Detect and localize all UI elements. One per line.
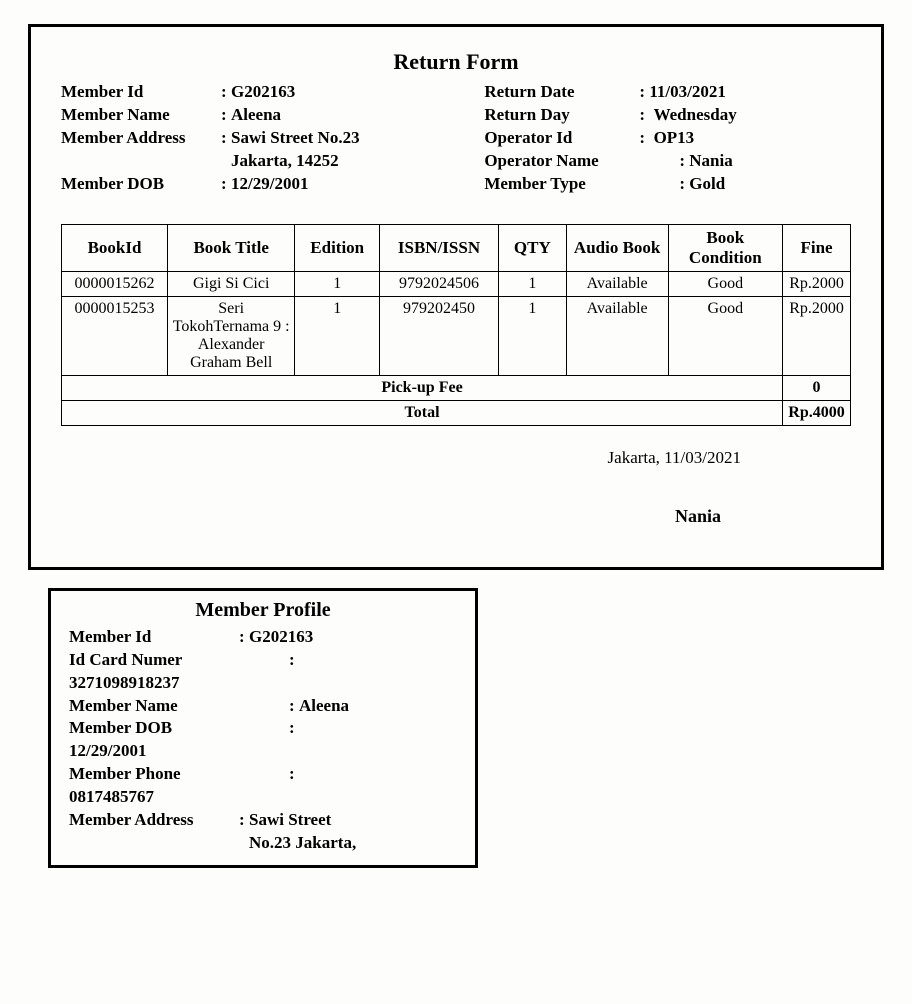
header-edition: Edition	[295, 224, 380, 271]
signature-location-date: Jakarta, 11/03/2021	[61, 448, 741, 468]
signature-name: Nania	[61, 506, 741, 527]
colon: :	[679, 174, 689, 193]
profile-id-card-value: 3271098918237	[69, 672, 457, 695]
books-table: BookId Book Title Edition ISBN/ISSN QTY …	[61, 224, 851, 426]
profile-member-dob-value: 12/29/2001	[69, 740, 457, 763]
cell-isbn: 9792024506	[380, 271, 499, 296]
profile-member-name-label: Member Name	[69, 695, 289, 718]
member-address-line1: Sawi Street No.23	[231, 127, 464, 150]
header-bookid: BookId	[62, 224, 168, 271]
right-info-column: Return Date : 11/03/2021 Return Day : We…	[484, 81, 851, 196]
colon: :	[639, 81, 649, 104]
cell-audio: Available	[566, 271, 668, 296]
member-id-value: G202163	[231, 81, 464, 104]
cell-qty: 1	[498, 271, 566, 296]
profile-member-address-label: Member Address	[69, 809, 239, 832]
profile-member-name-value: Aleena	[299, 695, 349, 718]
header-isbn: ISBN/ISSN	[380, 224, 499, 271]
member-name-label: Member Name	[61, 104, 221, 127]
return-day-value: Wednesday	[649, 104, 851, 127]
operator-id-value: OP13	[649, 127, 851, 150]
table-row: 0000015262 Gigi Si Cici 1 9792024506 1 A…	[62, 271, 851, 296]
cell-title: Seri TokohTernama 9 : Alexander Graham B…	[168, 296, 295, 375]
colon: :	[221, 127, 231, 150]
colon: :	[639, 104, 649, 127]
profile-id-card-label: Id Card Numer	[69, 649, 289, 672]
cell-fine: Rp.2000	[783, 296, 851, 375]
colon: :	[239, 809, 249, 832]
table-row: 0000015253 Seri TokohTernama 9 : Alexand…	[62, 296, 851, 375]
return-date-value: 11/03/2021	[649, 81, 851, 104]
operator-name-value: Nania	[689, 151, 732, 170]
operator-name-label: Operator Name	[484, 150, 639, 173]
return-form-container: Return Form Member Id : G202163 Member N…	[28, 24, 884, 570]
profile-member-id-label: Member Id	[69, 626, 239, 649]
profile-member-address-line2: No.23 Jakarta,	[69, 832, 457, 855]
header-qty: QTY	[498, 224, 566, 271]
colon: :	[221, 104, 231, 127]
member-address-line2: Jakarta, 14252	[61, 150, 464, 173]
member-dob-value: 12/29/2001	[231, 173, 464, 196]
cell-title: Gigi Si Cici	[168, 271, 295, 296]
colon: :	[289, 649, 299, 672]
operator-id-label: Operator Id	[484, 127, 639, 150]
member-id-label: Member Id	[61, 81, 221, 104]
profile-member-id-value: G202163	[249, 626, 313, 649]
header-info: Member Id : G202163 Member Name : Aleena…	[61, 81, 851, 196]
return-date-label: Return Date	[484, 81, 639, 104]
pickup-fee-row: Pick-up Fee 0	[62, 375, 851, 400]
cell-bookid: 0000015262	[62, 271, 168, 296]
cell-condition: Good	[668, 271, 783, 296]
colon: :	[679, 151, 689, 170]
header-condition: Book Condition	[668, 224, 783, 271]
member-dob-label: Member DOB	[61, 173, 221, 196]
member-type-label: Member Type	[484, 173, 639, 196]
colon: :	[221, 173, 231, 196]
colon: :	[289, 763, 299, 786]
member-address-label: Member Address	[61, 127, 221, 150]
member-name-value: Aleena	[231, 104, 464, 127]
colon: :	[289, 695, 299, 718]
return-form-title: Return Form	[61, 49, 851, 75]
colon: :	[239, 626, 249, 649]
table-header-row: BookId Book Title Edition ISBN/ISSN QTY …	[62, 224, 851, 271]
signature-block: Jakarta, 11/03/2021 Nania	[61, 448, 851, 527]
cell-fine: Rp.2000	[783, 271, 851, 296]
profile-member-phone-value: 0817485767	[69, 786, 457, 809]
total-row: Total Rp.4000	[62, 400, 851, 425]
header-booktitle: Book Title	[168, 224, 295, 271]
total-value: Rp.4000	[783, 400, 851, 425]
cell-bookid: 0000015253	[62, 296, 168, 375]
profile-member-dob-label: Member DOB	[69, 717, 289, 740]
member-profile-container: Member Profile Member Id : G202163 Id Ca…	[48, 588, 478, 868]
header-fine: Fine	[783, 224, 851, 271]
cell-qty: 1	[498, 296, 566, 375]
pickup-fee-value: 0	[783, 375, 851, 400]
cell-edition: 1	[295, 271, 380, 296]
cell-edition: 1	[295, 296, 380, 375]
pickup-fee-label: Pick-up Fee	[62, 375, 783, 400]
header-audio: Audio Book	[566, 224, 668, 271]
member-profile-title: Member Profile	[69, 599, 457, 622]
return-day-label: Return Day	[484, 104, 639, 127]
cell-audio: Available	[566, 296, 668, 375]
left-info-column: Member Id : G202163 Member Name : Aleena…	[61, 81, 464, 196]
member-type-value: Gold	[689, 174, 725, 193]
profile-member-phone-label: Member Phone	[69, 763, 289, 786]
colon: :	[289, 717, 299, 740]
colon: :	[221, 81, 231, 104]
total-label: Total	[62, 400, 783, 425]
cell-condition: Good	[668, 296, 783, 375]
profile-member-address-line1: Sawi Street	[249, 809, 331, 832]
cell-isbn: 979202450	[380, 296, 499, 375]
colon: :	[639, 127, 649, 150]
